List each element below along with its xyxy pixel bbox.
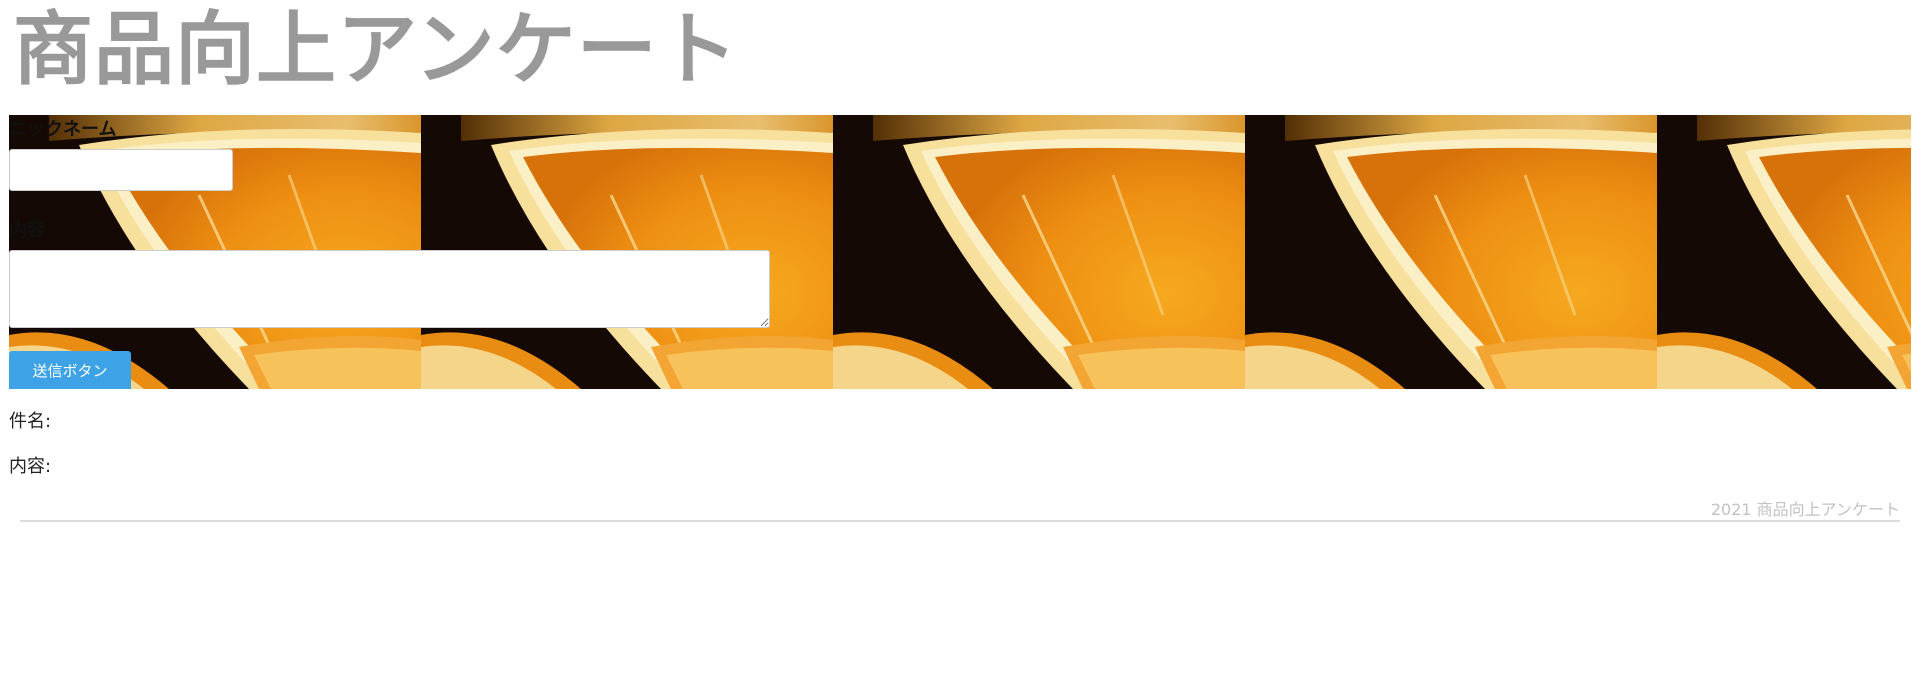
footer-divider [20,520,1900,522]
result-subject-label: 件名: [9,411,52,432]
content-textarea[interactable] [9,250,770,328]
orange-slice-tile [1657,115,1911,389]
result-content-label: 内容: [9,456,52,477]
footer-copyright: 2021 商品向上アンケート [1710,500,1900,519]
content-label: 内容 [9,220,45,241]
submit-button[interactable]: 送信ボタン [9,351,131,389]
orange-slice-image [833,115,1245,389]
orange-slice-tile [833,115,1245,389]
nickname-label: ニックネーム [9,119,117,140]
nickname-input[interactable] [9,149,233,191]
page: 商品向上アンケート ニックネーム 内容 送信ボタン 件名: 内容: 2021 商… [0,0,1920,692]
orange-slice-image [1245,115,1657,389]
orange-slice-image [1657,115,1911,389]
orange-slice-tile [1245,115,1657,389]
page-title: 商品向上アンケート [13,3,739,96]
